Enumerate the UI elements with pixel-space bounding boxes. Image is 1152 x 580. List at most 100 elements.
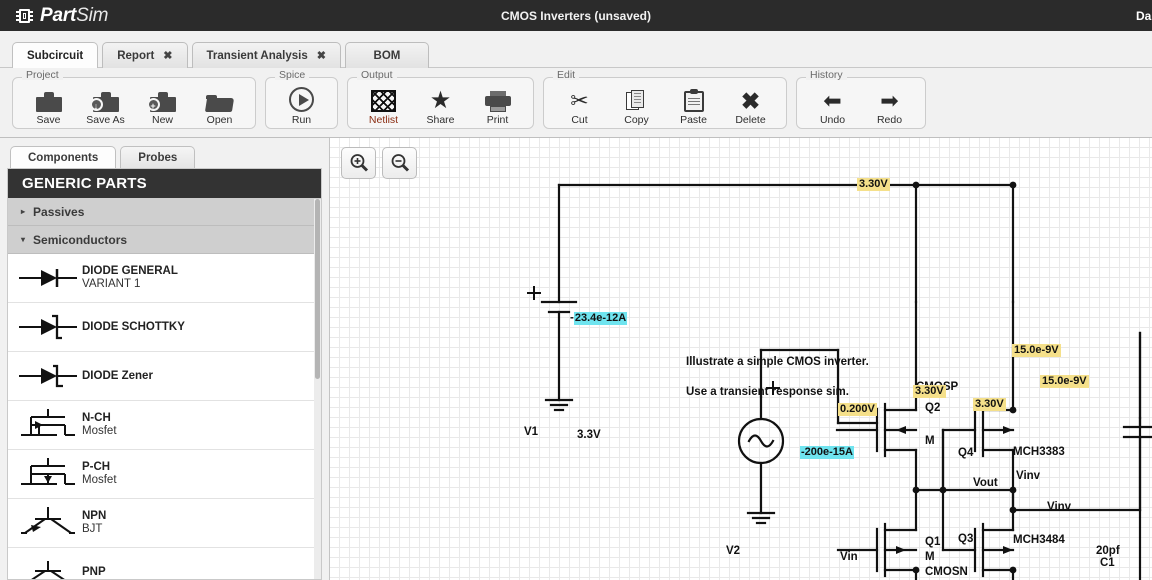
part-n-ch-mosfet[interactable]: N-CH Mosfet <box>8 401 321 450</box>
parts-scrollbar[interactable] <box>314 199 321 580</box>
button-label: Print <box>487 115 509 126</box>
button-label: Run <box>292 115 311 126</box>
current-tag-v2[interactable]: -200e-15A <box>800 446 854 459</box>
print-button[interactable]: Print <box>470 80 525 126</box>
sidebar-tab-components[interactable]: Components <box>10 146 116 169</box>
workspace-tabs: Subcircuit Report ✖ Transient Analysis ✖… <box>0 31 1152 68</box>
redo-button[interactable]: ➡ Redo <box>862 80 917 126</box>
button-label: New <box>152 115 173 126</box>
label-vout: Vout <box>973 477 998 489</box>
current-tag-v1[interactable]: 23.4e-12A <box>574 312 627 325</box>
zoom-in-button[interactable] <box>341 147 376 179</box>
category-semiconductors[interactable]: ▾ Semiconductors <box>8 226 321 254</box>
briefcase-plus-icon: + <box>150 86 176 112</box>
label-c1-value: 20pf <box>1096 545 1120 557</box>
ribbon-group-output: Output Netlist ★ Share Print <box>347 77 534 129</box>
diode-general-symbol <box>14 258 82 298</box>
delete-button[interactable]: ✖ Delete <box>723 80 778 126</box>
chip-icon <box>16 9 33 23</box>
label-v1: V1 <box>524 426 538 438</box>
category-passives[interactable]: ▸ Passives <box>8 198 321 226</box>
toolbar-ribbon: Project Save ↓ Save As + New <box>0 68 1152 138</box>
button-label: Delete <box>735 115 765 126</box>
part-p-ch-mosfet[interactable]: P-CH Mosfet <box>8 450 321 499</box>
voltage-tag-q1[interactable]: 3.30V <box>913 385 946 398</box>
app-logo[interactable]: PartSim <box>0 5 108 27</box>
nmos-symbol <box>14 405 82 445</box>
share-button[interactable]: ★ Share <box>413 80 468 126</box>
brand-sim: Sim <box>76 5 108 26</box>
schematic-canvas[interactable]: V1 3.3V V2 CMOSP Q2 M Q4 MCH3383 Vout Vi… <box>330 138 1152 580</box>
voltage-tag-vinv-1[interactable]: 15.0e-9V <box>1012 344 1061 357</box>
x-mark-icon: ✖ <box>741 86 760 112</box>
new-button[interactable]: + New <box>135 80 190 126</box>
scrollbar-thumb[interactable] <box>315 199 320 379</box>
paste-button[interactable]: Paste <box>666 80 721 126</box>
label-mch3484: MCH3484 <box>1013 534 1065 546</box>
scissors-icon: ✂ <box>570 86 588 112</box>
netlist-button[interactable]: Netlist <box>356 80 411 126</box>
run-button[interactable]: Run <box>274 80 329 126</box>
ribbon-group-edit: Edit ✂ Cut Copy Paste ✖ Delete <box>543 77 787 129</box>
save-as-button[interactable]: ↓ Save As <box>78 80 133 126</box>
label-v1-value: 3.3V <box>577 429 601 441</box>
label-cmosn: CMOSN <box>925 566 968 578</box>
tab-subcircuit[interactable]: Subcircuit <box>12 42 98 68</box>
copy-icon <box>626 86 648 112</box>
label-q1: Q1 <box>925 536 940 548</box>
part-name: PNP <box>82 566 106 579</box>
save-button[interactable]: Save <box>21 80 76 126</box>
label-mch3383: MCH3383 <box>1013 446 1065 458</box>
pnp-symbol <box>14 552 82 580</box>
part-diode-zener[interactable]: DIODE Zener <box>8 352 321 401</box>
part-text: P-CH Mosfet <box>82 461 117 487</box>
tab-close-icon[interactable]: ✖ <box>317 49 326 62</box>
part-diode-schottky[interactable]: DIODE SCHOTTKY <box>8 303 321 352</box>
part-name: NPN <box>82 510 106 523</box>
part-text: DIODE Zener <box>82 370 153 383</box>
open-button[interactable]: Open <box>192 80 247 126</box>
part-name: P-CH <box>82 461 117 474</box>
parts-panel: GENERIC PARTS ▸ Passives ▾ Semiconductor… <box>7 168 322 580</box>
part-pnp-bjt[interactable]: PNP <box>8 548 321 580</box>
sidebar-tab-probes[interactable]: Probes <box>120 146 195 169</box>
main-body: Components Probes GENERIC PARTS ▸ Passiv… <box>0 138 1152 580</box>
voltage-tag-q3[interactable]: 3.30V <box>973 398 1006 411</box>
tab-label: Transient Analysis <box>207 50 308 62</box>
chevron-right-icon: ▸ <box>21 207 25 216</box>
button-label: Paste <box>680 115 707 126</box>
document-title: CMOS Inverters (unsaved) <box>0 9 1152 23</box>
part-npn-bjt[interactable]: NPN BJT <box>8 499 321 548</box>
voltage-tag-vin[interactable]: 0.200V <box>838 403 877 416</box>
voltage-tag-vdd[interactable]: 3.30V <box>857 178 890 191</box>
cut-button[interactable]: ✂ Cut <box>552 80 607 126</box>
copy-button[interactable]: Copy <box>609 80 664 126</box>
tab-close-icon[interactable]: ✖ <box>163 49 172 62</box>
label-vin: Vin <box>840 551 858 563</box>
label-vinv-2: Vinv <box>1047 501 1071 513</box>
zoom-out-button[interactable] <box>382 147 417 179</box>
star-icon: ★ <box>430 86 452 112</box>
category-label: Semiconductors <box>33 233 127 247</box>
part-text: N-CH Mosfet <box>82 412 117 438</box>
voltage-tag-vinv-2[interactable]: 15.0e-9V <box>1040 375 1089 388</box>
button-label: Netlist <box>369 115 398 126</box>
category-label: Passives <box>33 205 84 219</box>
tab-transient-analysis[interactable]: Transient Analysis ✖ <box>192 42 341 68</box>
diode-schottky-symbol <box>14 307 82 347</box>
part-text: DIODE SCHOTTKY <box>82 321 185 334</box>
user-name[interactable]: Danl <box>1136 9 1152 23</box>
part-sub: Mosfet <box>82 425 117 438</box>
note-line-1: Illustrate a simple CMOS inverter. <box>686 356 869 368</box>
tab-label: BOM <box>374 50 401 62</box>
partsim-app: PartSim CMOS Inverters (unsaved) Danl Su… <box>0 0 1152 580</box>
tab-bom[interactable]: BOM <box>345 42 429 68</box>
part-name: DIODE SCHOTTKY <box>82 321 185 334</box>
button-label: Share <box>426 115 454 126</box>
undo-button[interactable]: ⬅ Undo <box>805 80 860 126</box>
part-diode-general[interactable]: DIODE GENERAL VARIANT 1 <box>8 254 321 303</box>
tab-label: Subcircuit <box>27 50 83 62</box>
zoom-out-icon <box>390 153 410 173</box>
part-text: DIODE GENERAL VARIANT 1 <box>82 265 178 291</box>
tab-report[interactable]: Report ✖ <box>102 42 187 68</box>
